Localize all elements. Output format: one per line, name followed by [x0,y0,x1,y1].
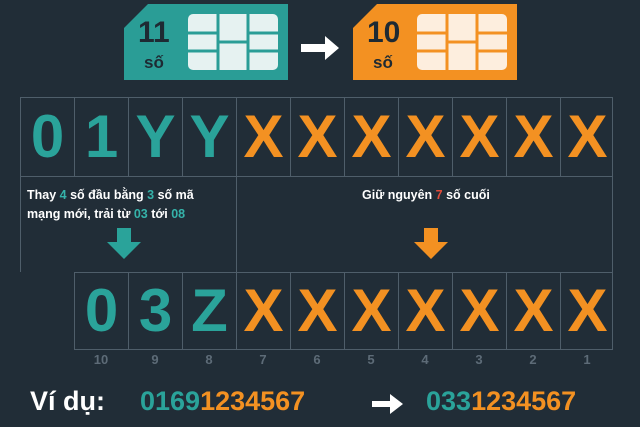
replace-prefix-note: Thay 4 số đầu bằng 3 số mã mạng mới, trả… [27,188,194,221]
sim-old-unit: số [144,53,164,72]
digit-cell: 0 [75,273,129,349]
digit-cell: X [453,98,507,176]
arrow-right-icon [372,394,403,414]
digit-cell: 3 [129,273,183,349]
digit-cell: X [237,98,291,176]
digit-cell: X [399,273,453,349]
digit-cell: X [399,98,453,176]
position-number: 5 [367,352,375,367]
example-old-rest: 1234567 [200,386,306,416]
digit-cell: X [345,98,399,176]
example-new-prefix: 033 [426,386,472,416]
digit-cell: X [567,103,608,170]
position-number: 4 [421,352,429,367]
sim-old-digits: 11 [138,16,170,49]
digit-cell: X [345,273,399,349]
position-number: 6 [313,352,321,367]
sim-new-digits: 10 [367,16,401,49]
position-number: 9 [151,352,159,367]
digit-cell: X [567,277,608,344]
digit-cell: X [453,273,507,349]
keep-last-digits-note: Giữ nguyên 7 số cuối [362,188,490,202]
digit-cell: 0 [21,98,75,176]
digit-cell: Z [183,273,237,349]
digit-cell: X [507,273,561,349]
sim-chip-icon [417,14,507,70]
new-number-grid: 0 3 Z X X X X X X X [74,272,613,350]
arrow-right-icon [301,36,339,60]
digit-cell: Y [183,98,237,176]
position-number: 8 [205,352,213,367]
position-number: 1 [583,352,591,367]
example-new-rest: 1234567 [471,386,577,416]
example-new-number: 0331234567 [426,388,576,415]
example-label: Ví dụ: [30,386,105,416]
position-number: 10 [93,352,109,367]
position-number: 2 [529,352,537,367]
example-old-prefix: 0169 [140,386,201,416]
sim-new-unit: số [373,53,393,72]
digit-cell: X [237,273,291,349]
digit-cell: 1 [75,98,129,176]
divider [20,177,21,272]
digit-cell: X [507,98,561,176]
example-old-number: 01691234567 [140,388,305,415]
digit-cell: X [291,273,345,349]
sim-card-11-digits: 11 số [124,4,288,80]
digit-cell: Y [129,98,183,176]
sim-chip-icon [188,14,278,70]
arrow-down-icon [414,228,448,259]
sim-card-10-digits: 10 số [353,4,517,80]
position-number: 3 [475,352,483,367]
divider [612,177,613,272]
old-number-grid: 0 1 Y Y X X X X X X X [20,97,613,177]
arrow-down-icon [107,228,141,259]
divider [236,177,237,272]
digit-cell: X [291,98,345,176]
position-number: 7 [259,352,267,367]
